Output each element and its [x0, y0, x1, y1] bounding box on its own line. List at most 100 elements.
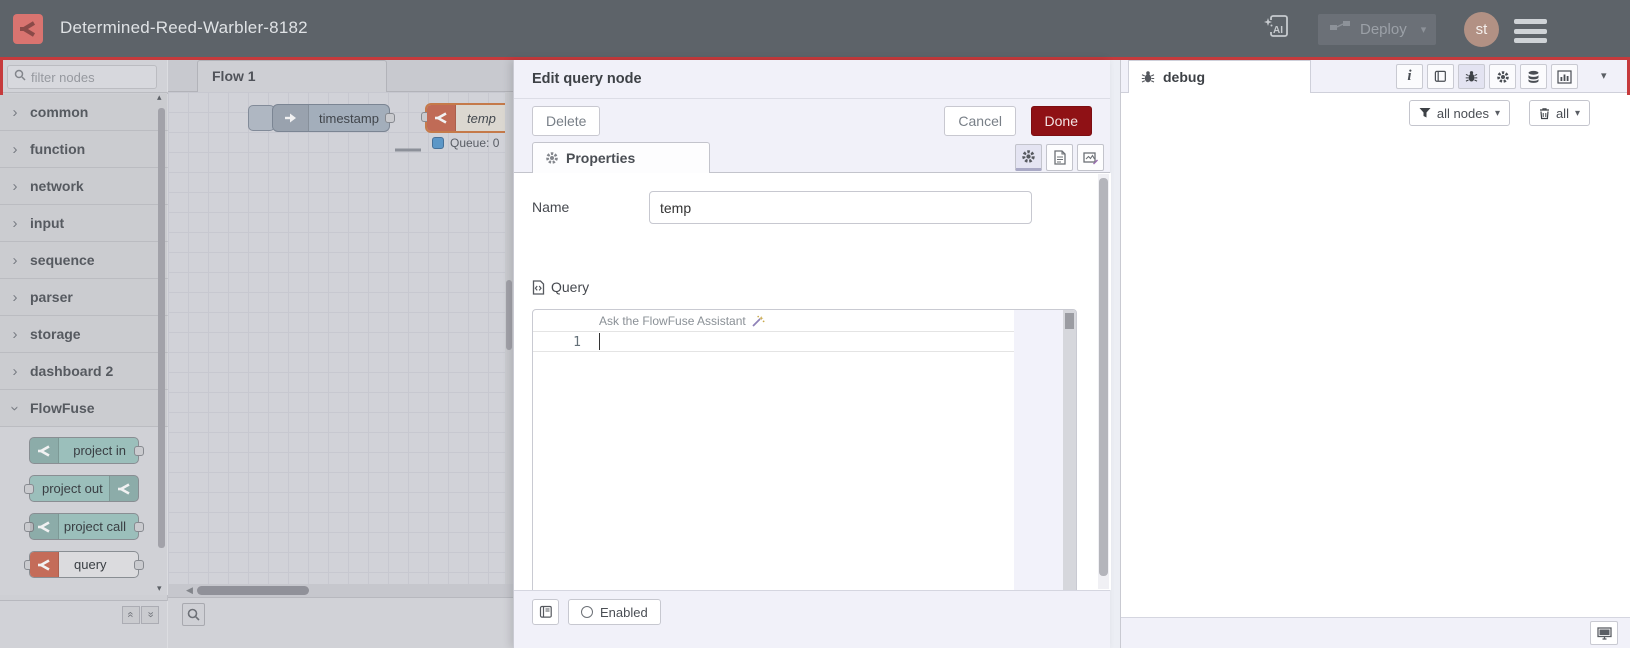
bug-icon: [1465, 71, 1478, 82]
inject-trigger-button[interactable]: [248, 105, 275, 131]
app-header: Determined-Reed-Warbler-8182 AI Deploy ▾…: [0, 0, 1630, 60]
open-debug-window-button[interactable]: [1590, 621, 1618, 645]
chevron-right-icon: ›: [12, 288, 18, 306]
form-scrollbar[interactable]: [1098, 174, 1109, 589]
assistant-placeholder[interactable]: Ask the FlowFuse Assistant: [599, 314, 765, 328]
scroll-up-icon[interactable]: ▴: [157, 92, 162, 103]
gear-icon: [1022, 150, 1035, 163]
palette-scrollbar[interactable]: ▴ ▾: [157, 92, 165, 593]
palette-category-sequence[interactable]: › sequence: [0, 242, 168, 279]
scrollbar-thumb[interactable]: [197, 586, 309, 595]
canvas-vertical-scrollbar[interactable]: [505, 92, 513, 584]
sidebar-options-caret-icon[interactable]: ▾: [1601, 69, 1607, 82]
canvas-horizontal-scrollbar[interactable]: ◀: [168, 584, 513, 597]
flow-canvas[interactable]: [168, 92, 513, 584]
delete-button[interactable]: Delete: [532, 106, 601, 136]
node-timestamp[interactable]: timestamp: [272, 104, 395, 132]
enabled-state-icon: [581, 606, 593, 618]
deploy-options-caret-icon[interactable]: ▾: [1421, 23, 1427, 36]
sidebar-info-button[interactable]: i: [1396, 64, 1423, 89]
node-status-icon: [432, 137, 444, 149]
palette-category-flowfuse[interactable]: › FlowFuse: [0, 390, 168, 427]
done-button[interactable]: Done: [1030, 106, 1092, 136]
palette-category-network[interactable]: › network: [0, 168, 168, 205]
sidebar-debug-button[interactable]: [1458, 64, 1485, 89]
scrollbar-thumb[interactable]: [1099, 178, 1108, 576]
scroll-left-icon[interactable]: ◀: [186, 585, 193, 596]
line-number: 1: [573, 335, 581, 350]
debug-sidebar: debug i ▾ all nodes ▾ all ▾: [1121, 60, 1630, 648]
tab-properties-icon-button[interactable]: [1015, 144, 1042, 171]
palette-search-box[interactable]: [7, 65, 157, 89]
scrollbar-thumb[interactable]: [506, 280, 512, 350]
user-avatar[interactable]: st: [1464, 12, 1499, 47]
palette-category-parser[interactable]: › parser: [0, 279, 168, 316]
edit-tray-toolbar: Delete Cancel Done: [514, 99, 1110, 141]
palette-category-common[interactable]: › common: [0, 94, 168, 131]
node-enabled-toggle[interactable]: Enabled: [568, 599, 661, 625]
query-node-icon: [30, 552, 59, 577]
sidebar-help-button[interactable]: [1427, 64, 1454, 89]
filter-nodes-input[interactable]: [31, 69, 141, 85]
node-help-button[interactable]: [532, 599, 559, 625]
tab-debug[interactable]: debug: [1128, 60, 1311, 93]
palette-category-function[interactable]: › function: [0, 131, 168, 168]
workspace-footer: [168, 597, 513, 648]
debug-clear-button[interactable]: all ▾: [1528, 100, 1590, 126]
edit-tray-footer: Enabled: [514, 590, 1110, 648]
query-code-editor[interactable]: Ask the FlowFuse Assistant 1: [532, 309, 1077, 597]
chevron-down-icon: ›: [6, 405, 24, 411]
node-temp-selected[interactable]: temp: [421, 103, 513, 133]
palette-node-query[interactable]: query: [24, 551, 144, 578]
sidebar-context-button[interactable]: [1520, 64, 1547, 89]
flowfuse-node-group: project in project out project call quer…: [0, 427, 168, 595]
inject-arrow-icon: [273, 105, 309, 131]
tab-description-button[interactable]: [1046, 144, 1073, 171]
chevron-right-icon: ›: [12, 325, 18, 343]
main-menu-button[interactable]: [1514, 19, 1547, 43]
scrollbar-thumb[interactable]: [1065, 313, 1074, 329]
caret-down-icon: ▾: [1574, 107, 1580, 119]
palette-node-project-out[interactable]: project out: [24, 475, 139, 502]
bug-icon: [1141, 71, 1155, 83]
tab-appearance-button[interactable]: [1077, 144, 1104, 171]
collapse-all-button[interactable]: »: [122, 606, 140, 624]
svg-text:AI: AI: [1273, 25, 1283, 36]
tab-flow-1[interactable]: Flow 1: [197, 60, 387, 92]
deploy-node-icon: [1330, 20, 1352, 39]
palette-node-project-in[interactable]: project in: [29, 437, 144, 464]
info-icon: i: [1407, 68, 1412, 84]
scroll-down-icon[interactable]: ▾: [157, 583, 162, 594]
palette-category-dashboard2[interactable]: › dashboard 2: [0, 353, 168, 390]
ai-assistant-button[interactable]: AI: [1260, 12, 1296, 46]
database-icon: [1528, 70, 1539, 83]
chevron-right-icon: ›: [12, 251, 18, 269]
palette-node-project-call[interactable]: project call: [24, 513, 144, 540]
flowfuse-node-icon: [30, 514, 59, 539]
name-input[interactable]: [649, 191, 1032, 224]
caret-down-icon: ▾: [1494, 107, 1500, 119]
palette-category-storage[interactable]: › storage: [0, 316, 168, 353]
name-label: Name: [532, 199, 570, 215]
palette-category-input[interactable]: › input: [0, 205, 168, 242]
debug-filter-button[interactable]: all nodes ▾: [1408, 100, 1510, 126]
output-port: [134, 560, 144, 570]
cancel-button[interactable]: Cancel: [944, 106, 1016, 136]
book-icon: [539, 605, 552, 618]
deploy-button[interactable]: Deploy ▾: [1318, 14, 1436, 45]
monitor-icon: [1596, 626, 1612, 640]
editor-scrollbar[interactable]: [1063, 310, 1076, 596]
expand-all-button[interactable]: »: [141, 606, 159, 624]
sidebar-splitter[interactable]: [1110, 60, 1121, 648]
palette-search-bar: [0, 60, 168, 93]
appearance-icon: [1083, 151, 1098, 164]
search-icon: [14, 68, 26, 86]
sidebar-dashboard-button[interactable]: [1551, 64, 1578, 89]
chevron-right-icon: ›: [12, 140, 18, 158]
flowfuse-node-red-app: Determined-Reed-Warbler-8182 AI Deploy ▾…: [0, 0, 1630, 648]
sidebar-config-button[interactable]: [1489, 64, 1516, 89]
funnel-icon: [1419, 108, 1431, 118]
tab-properties[interactable]: Properties: [532, 142, 710, 173]
output-port[interactable]: [385, 113, 395, 123]
zoom-search-button[interactable]: [182, 603, 205, 626]
